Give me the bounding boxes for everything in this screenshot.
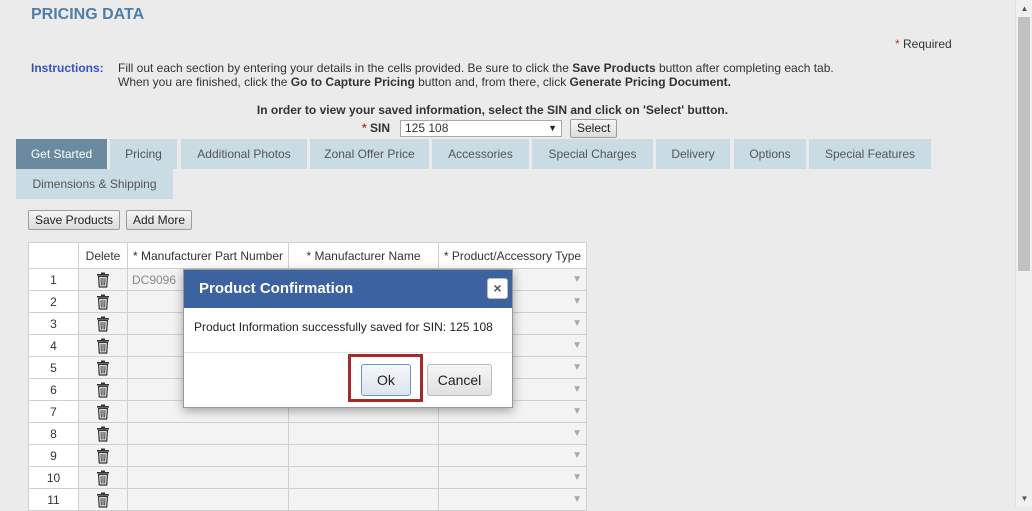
modal-footer: Ok Cancel [184,353,512,407]
modal-title: Product Confirmation [199,280,353,297]
modal-message: Product Information successfully saved f… [184,308,512,353]
cancel-button[interactable]: Cancel [427,364,492,396]
close-icon[interactable]: × [487,278,508,299]
modal-overlay: Product Confirmation × Product Informati… [0,0,1032,507]
modal-header: Product Confirmation × [184,270,512,308]
product-confirmation-dialog: Product Confirmation × Product Informati… [183,269,513,408]
ok-button[interactable]: Ok [361,364,411,396]
